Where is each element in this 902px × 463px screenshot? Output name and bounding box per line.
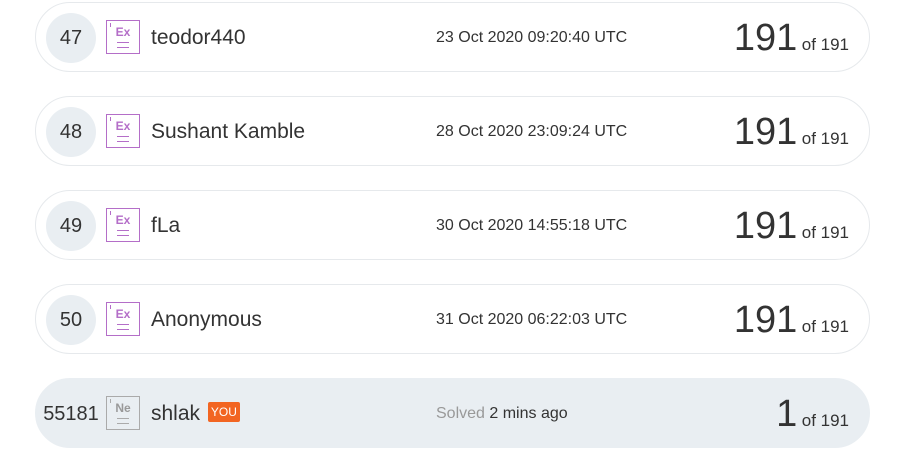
current-user-row: 55181 Ne shlak YOU Solved 2 mins ago 1 o…: [35, 378, 870, 448]
score-value: 1: [776, 393, 798, 435]
username-link[interactable]: teodor440: [151, 3, 246, 73]
level-badge-icon: Ex: [106, 208, 140, 242]
username-link[interactable]: Sushant Kamble: [151, 97, 305, 167]
rank-badge: 48: [46, 107, 96, 157]
current-username: shlak YOU: [151, 379, 240, 449]
solved-relative-time: 2 mins ago: [489, 405, 568, 422]
level-label: Ex: [115, 25, 131, 39]
solved-timestamp: Solved 2 mins ago: [436, 379, 568, 449]
level-badge-icon: Ne: [106, 396, 140, 430]
rank-badge: 50: [46, 295, 96, 345]
level-label: Ex: [115, 213, 131, 227]
level-label: Ex: [115, 119, 131, 133]
solved-timestamp: 28 Oct 2020 23:09:24 UTC: [436, 123, 628, 140]
solved-prefix: Solved: [436, 405, 485, 422]
solved-timestamp: 31 Oct 2020 06:22:03 UTC: [436, 311, 628, 328]
score-total: of 191: [801, 317, 849, 336]
score-value: 191: [733, 111, 798, 153]
rank-badge: 47: [46, 13, 96, 63]
leaderboard-row: 48 Ex Sushant Kamble 28 Oct 2020 23:09:2…: [35, 96, 870, 166]
level-badge-icon: Ex: [106, 20, 140, 54]
level-label: Ex: [115, 307, 131, 321]
solved-timestamp: 23 Oct 2020 09:20:40 UTC: [436, 29, 628, 46]
leaderboard-row: 49 Ex fLa 30 Oct 2020 14:55:18 UTC 191 o…: [35, 190, 870, 260]
score: 191 of 191: [734, 285, 849, 355]
score: 191 of 191: [734, 3, 849, 73]
score: 1 of 191: [776, 379, 849, 449]
score: 191 of 191: [734, 191, 849, 261]
username-link[interactable]: fLa: [151, 191, 180, 261]
score-value: 191: [733, 299, 798, 341]
leaderboard-row: 50 Ex Anonymous 31 Oct 2020 06:22:03 UTC…: [35, 284, 870, 354]
score-total: of 191: [801, 223, 849, 242]
score-total: of 191: [801, 411, 849, 430]
score: 191 of 191: [734, 97, 849, 167]
leaderboard: 47 Ex teodor440 23 Oct 2020 09:20:40 UTC…: [0, 0, 902, 463]
score-value: 191: [733, 17, 798, 59]
level-badge-icon: Ex: [106, 302, 140, 336]
level-badge-icon: Ex: [106, 114, 140, 148]
score-total: of 191: [801, 35, 849, 54]
solved-timestamp: 30 Oct 2020 14:55:18 UTC: [436, 217, 628, 234]
score-total: of 191: [801, 129, 849, 148]
leaderboard-row: 47 Ex teodor440 23 Oct 2020 09:20:40 UTC…: [35, 2, 870, 72]
you-badge: YOU: [207, 402, 240, 423]
username-link[interactable]: shlak: [151, 402, 200, 425]
rank-badge: 55181: [43, 403, 99, 425]
username-link[interactable]: Anonymous: [151, 285, 262, 355]
rank-badge: 49: [46, 201, 96, 251]
level-label: Ne: [115, 401, 131, 415]
score-value: 191: [733, 205, 798, 247]
